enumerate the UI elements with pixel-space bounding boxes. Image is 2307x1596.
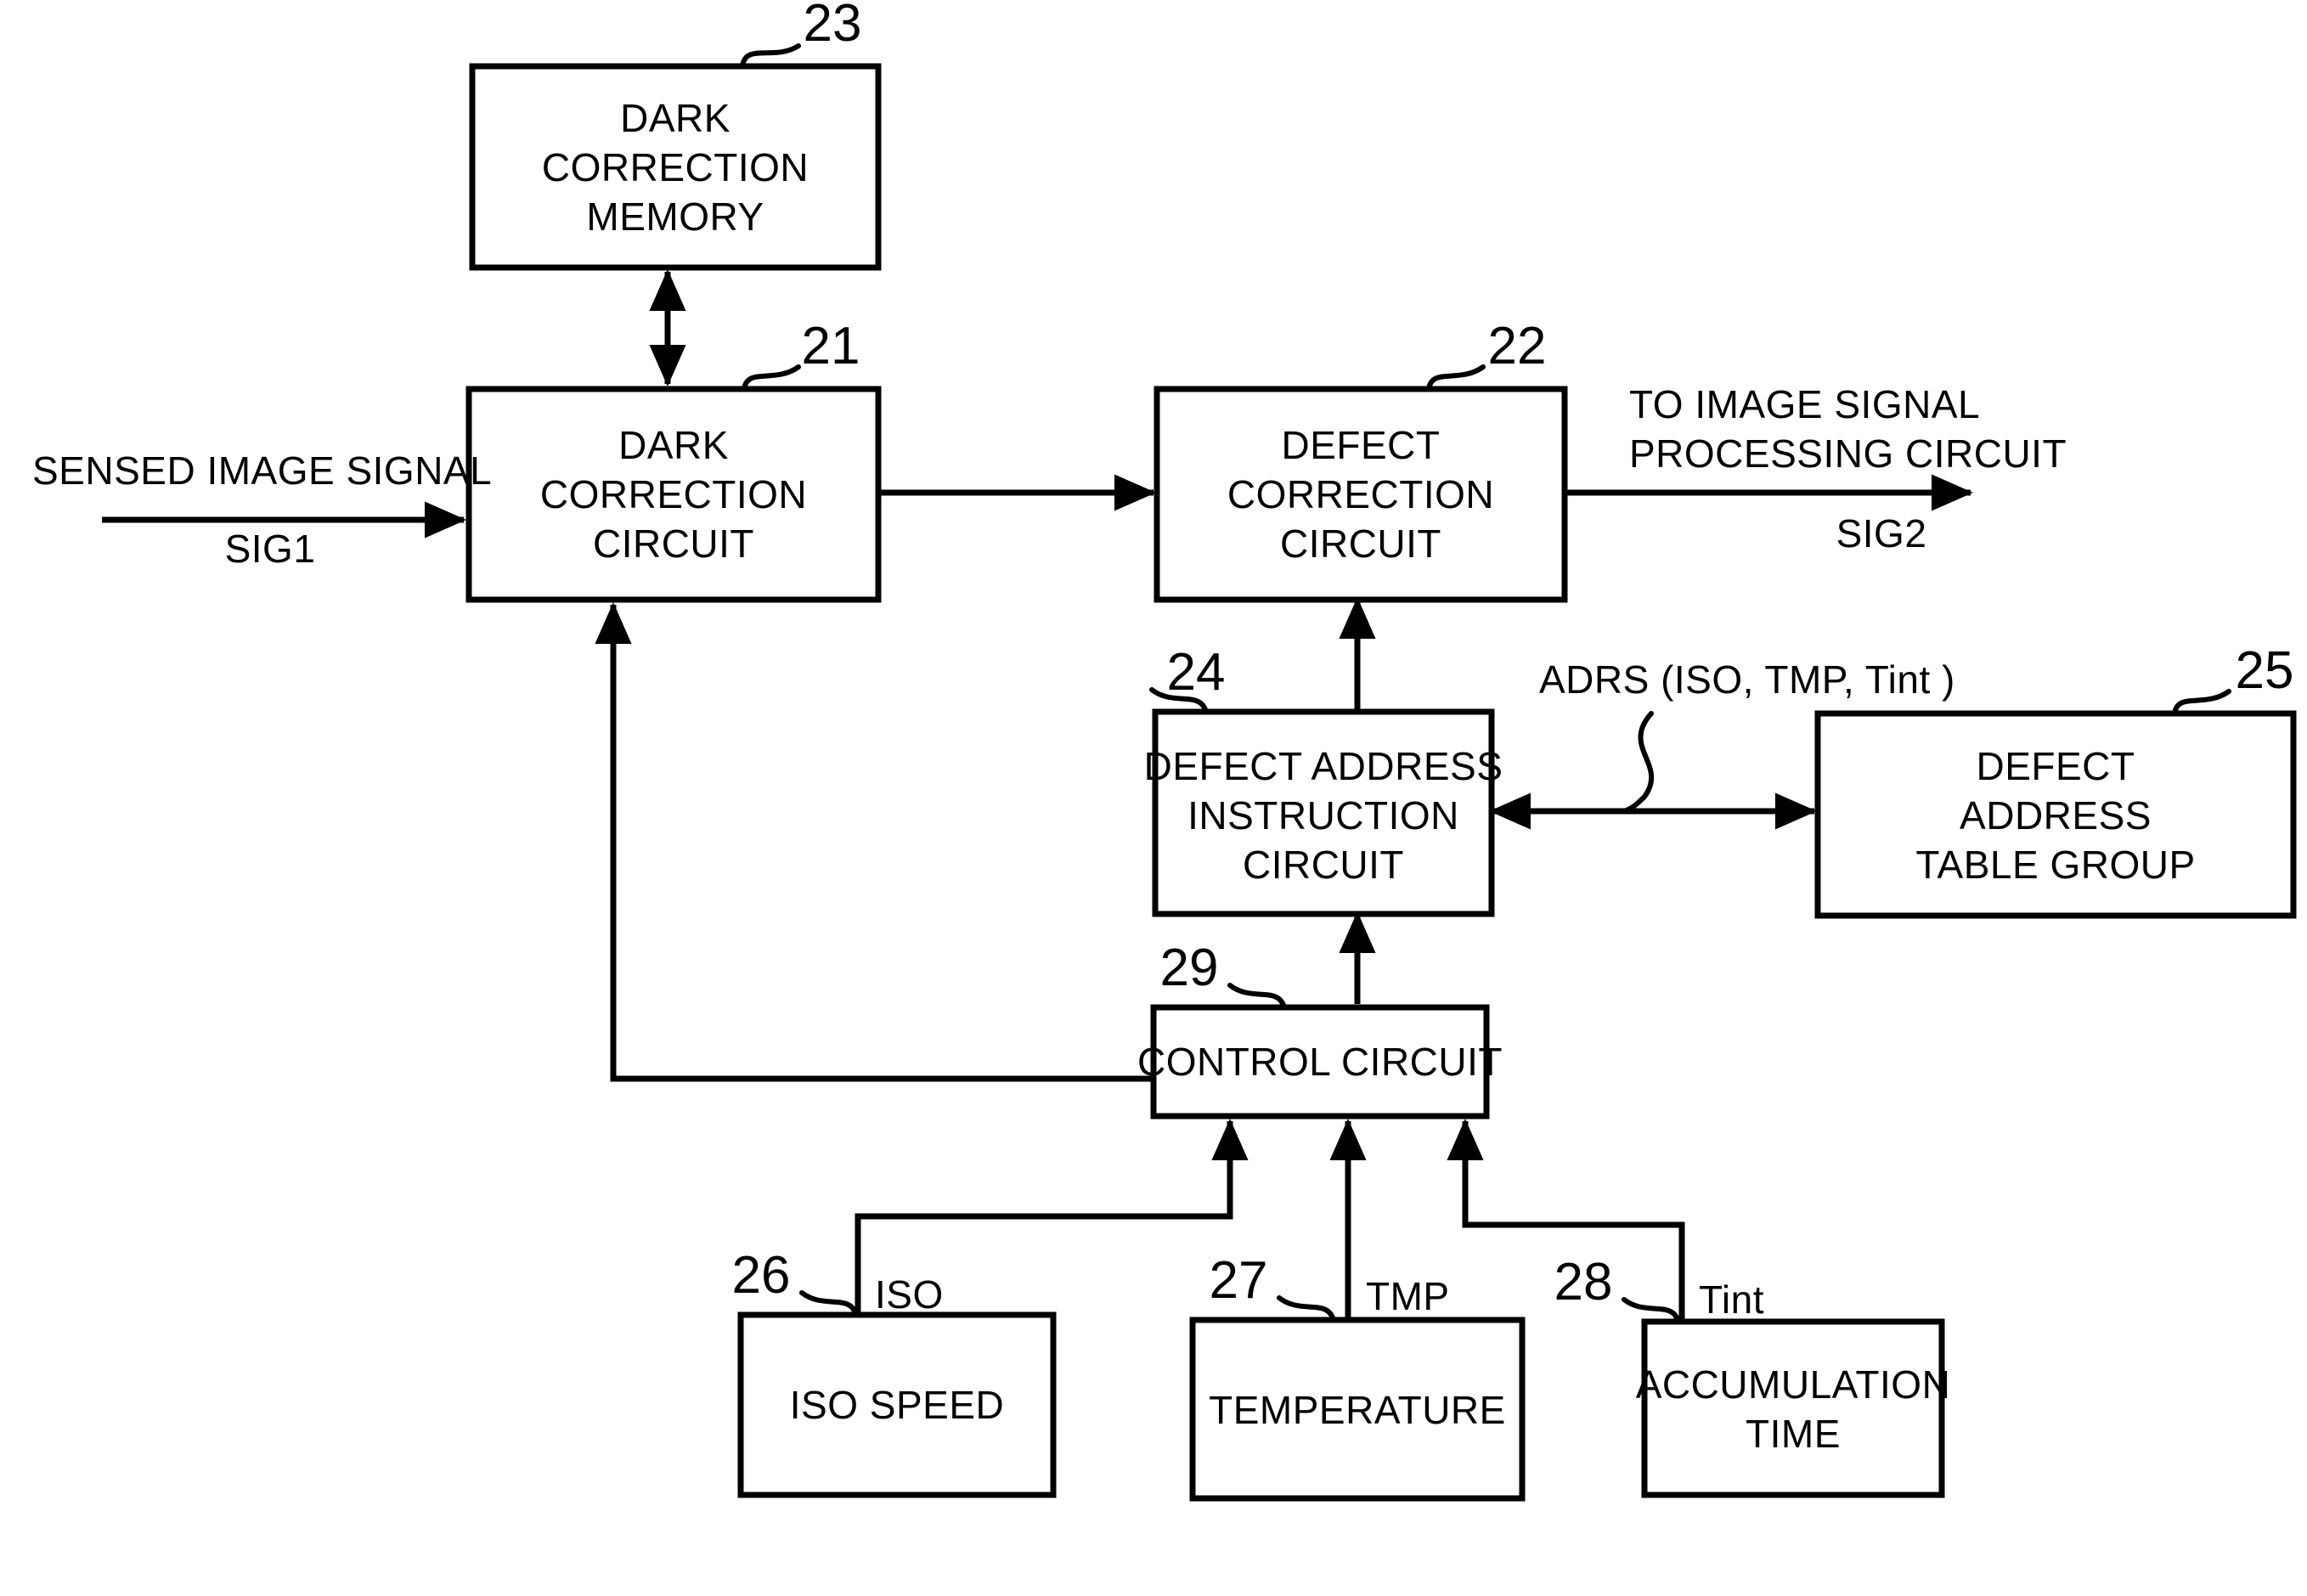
box-21-line-1: DARK: [618, 423, 729, 467]
leader-line-27: [1277, 1295, 1336, 1322]
ref-numeral-28: 28: [1554, 1253, 1613, 1311]
label-sig1: SIG1: [225, 527, 316, 571]
box-28-line-1: ACCUMULATION: [1636, 1362, 1951, 1407]
patent-block-diagram: DARK CORRECTION MEMORY DARK CORRECTION C…: [0, 0, 2307, 1596]
leader-line-adrs: [1622, 711, 1655, 814]
box-accumulation-time: [1641, 1318, 1945, 1498]
ref-numeral-29: 29: [1160, 939, 1219, 997]
box-29-line-1: CONTROL CIRCUIT: [1137, 1040, 1503, 1084]
label-processing-circuit: PROCESSING CIRCUIT: [1629, 431, 2067, 476]
box-24-line-3: CIRCUIT: [1243, 843, 1404, 887]
box-22-line-2: CORRECTION: [1227, 472, 1494, 516]
label-tint: Tint: [1699, 1277, 1764, 1322]
connector-control-to-dark: [595, 602, 1152, 1082]
box-22-line-1: DEFECT: [1282, 423, 1441, 467]
label-adrs-bus: ADRS (ISO, TMP, Tint ): [1539, 657, 1955, 702]
label-to-image-signal: TO IMAGE SIGNAL: [1629, 382, 1980, 426]
box-27-line-1: TEMPERATURE: [1209, 1388, 1506, 1432]
ref-numeral-22: 22: [1488, 317, 1547, 375]
ref-numeral-24: 24: [1167, 643, 1226, 702]
label-tmp: TMP: [1366, 1274, 1450, 1318]
leader-line-22: [1426, 364, 1486, 392]
label-sensed-image-signal: SENSED IMAGE SIGNAL: [32, 448, 492, 493]
leader-line-21: [742, 364, 801, 392]
diagram-canvas: DARK CORRECTION MEMORY DARK CORRECTION C…: [32, 0, 2297, 1502]
box-24-line-1: DEFECT ADDRESS: [1144, 744, 1503, 788]
ref-numeral-21: 21: [802, 317, 860, 375]
ref-numeral-26: 26: [732, 1246, 791, 1305]
leader-line-28: [1622, 1297, 1681, 1324]
leader-line-23: [740, 43, 801, 69]
box-26-line-1: ISO SPEED: [790, 1383, 1004, 1427]
label-sig2: SIG2: [1836, 511, 1927, 555]
leader-line-29: [1227, 983, 1287, 1010]
box-23-line-2: CORRECTION: [542, 145, 809, 189]
ref-numeral-23: 23: [804, 0, 862, 53]
leader-line-26: [799, 1290, 859, 1317]
box-21-line-3: CIRCUIT: [593, 522, 754, 566]
box-25-line-1: DEFECT: [1977, 744, 2135, 788]
box-28-line-2: TIME: [1746, 1412, 1841, 1456]
leader-line-25: [2172, 689, 2231, 716]
box-23-line-3: MEMORY: [586, 195, 764, 239]
box-25-line-2: ADDRESS: [1960, 793, 2152, 837]
box-25-line-3: TABLE GROUP: [1915, 843, 2195, 887]
ref-numeral-25: 25: [2236, 641, 2294, 700]
box-22-line-3: CIRCUIT: [1280, 522, 1441, 566]
box-24-line-2: INSTRUCTION: [1187, 793, 1459, 837]
label-iso: ISO: [875, 1272, 944, 1317]
ref-numeral-27: 27: [1210, 1251, 1268, 1310]
box-21-line-2: CORRECTION: [540, 472, 807, 516]
box-23-line-1: DARK: [620, 96, 730, 140]
